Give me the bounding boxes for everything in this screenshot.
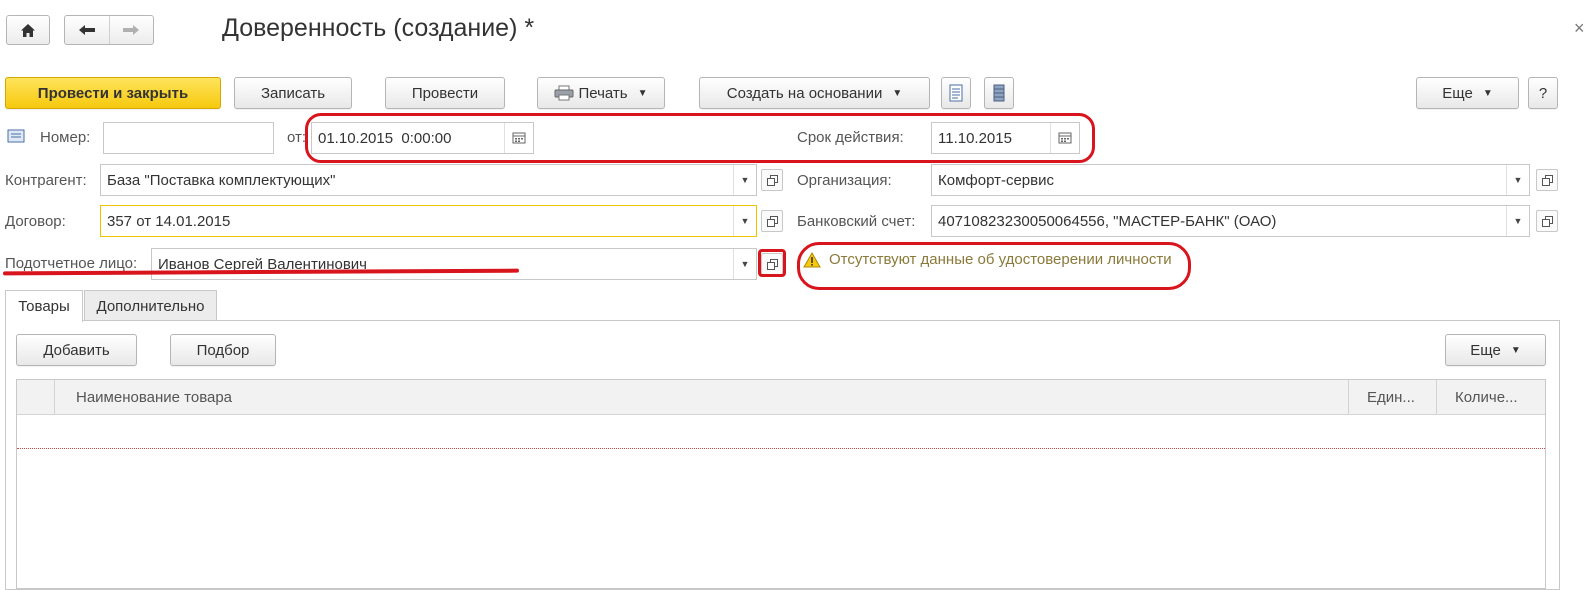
chevron-down-icon[interactable]: ▼ [1506, 206, 1529, 236]
window-title: Доверенность (создание) * [222, 14, 535, 42]
table-header-row-marker [17, 380, 55, 415]
print-button[interactable]: Печать ▼ [537, 77, 665, 109]
home-button[interactable] [6, 15, 50, 45]
accountable-input[interactable]: Иванов Сергей Валентинович ▼ [151, 248, 757, 280]
table-header [17, 380, 1545, 415]
column-divider [1436, 380, 1437, 415]
create-based-on-button[interactable]: Создать на основании ▼ [699, 77, 930, 109]
date-input[interactable]: 01.10.2015 0:00:00 [311, 122, 534, 154]
warning-icon [803, 251, 821, 267]
contract-label: Договор: [5, 213, 66, 230]
contract-value: 357 от 14.01.2015 [107, 212, 231, 230]
post-button[interactable]: Провести [385, 77, 505, 109]
tab-additional[interactable]: Дополнительно [84, 290, 217, 321]
tab-goods[interactable]: Товары [5, 290, 83, 322]
select-button[interactable]: Подбор [170, 334, 276, 366]
open-counterparty-button[interactable] [761, 169, 783, 191]
counterparty-value: База "Поставка комплектующих" [107, 171, 336, 189]
post-and-close-button[interactable]: Провести и закрыть [5, 77, 221, 109]
open-window-icon [766, 215, 778, 227]
column-header-name[interactable]: Наименование товара [76, 389, 232, 406]
printer-icon [554, 85, 574, 101]
accountable-label: Подотчетное лицо: [5, 255, 138, 272]
organization-label: Организация: [797, 172, 892, 189]
create-based-on-label: Создать на основании [726, 84, 883, 102]
table-row-separator [17, 448, 1545, 449]
date-label: от: [287, 129, 307, 146]
caret-down-icon: ▼ [892, 87, 903, 99]
organization-input[interactable]: Комфорт-сервис ▼ [931, 164, 1530, 196]
history-nav [64, 15, 154, 45]
database-icon [993, 84, 1005, 102]
counterparty-label: Контрагент: [5, 172, 87, 189]
report-button[interactable] [941, 77, 971, 109]
chevron-down-icon[interactable]: ▼ [1506, 165, 1529, 195]
caret-down-icon: ▼ [1482, 87, 1493, 99]
document-icon [949, 84, 963, 102]
calendar-icon[interactable] [1050, 123, 1079, 153]
open-window-icon [766, 174, 778, 186]
help-button[interactable]: ? [1528, 77, 1558, 109]
open-bank-account-button[interactable] [1536, 210, 1558, 232]
column-header-quantity[interactable]: Количе... [1455, 389, 1518, 406]
more-button[interactable]: Еще ▼ [1416, 77, 1519, 109]
open-window-icon [1541, 215, 1553, 227]
home-icon [21, 23, 35, 37]
goods-more-label: Еще [1470, 341, 1501, 359]
column-divider [1348, 380, 1349, 415]
number-input[interactable] [103, 122, 274, 154]
add-button[interactable]: Добавить [16, 334, 137, 366]
close-icon[interactable]: × [1574, 18, 1585, 39]
valid-until-value: 11.10.2015 [938, 129, 1012, 147]
open-window-icon [766, 258, 778, 270]
chevron-down-icon[interactable]: ▼ [733, 249, 756, 279]
chevron-down-icon[interactable]: ▼ [733, 206, 756, 236]
back-button[interactable] [65, 16, 110, 44]
valid-until-label: Срок действия: [797, 129, 904, 146]
arrow-right-icon [123, 25, 140, 35]
caret-down-icon: ▼ [637, 87, 648, 99]
counterparty-input[interactable]: База "Поставка комплектующих" ▼ [100, 164, 757, 196]
bank-account-label: Банковский счет: [797, 213, 916, 230]
calendar-icon[interactable] [504, 123, 533, 153]
valid-until-input[interactable]: 11.10.2015 [931, 122, 1080, 154]
forward-button[interactable] [110, 16, 154, 44]
print-label: Печать [578, 84, 628, 102]
contract-input[interactable]: 357 от 14.01.2015 ▼ [100, 205, 757, 237]
more-label: Еще [1442, 84, 1473, 102]
organization-value: Комфорт-сервис [938, 171, 1054, 189]
warning-message: Отсутствуют данные об удостоверении личн… [803, 251, 1172, 268]
document-icon [7, 129, 25, 147]
chevron-down-icon[interactable]: ▼ [733, 165, 756, 195]
column-header-unit[interactable]: Един... [1367, 389, 1415, 406]
open-window-icon [1541, 174, 1553, 186]
structure-button[interactable] [984, 77, 1014, 109]
bank-account-value: 40710823230050064556, "МАСТЕР-БАНК" (ОАО… [938, 212, 1277, 230]
arrow-left-icon [78, 25, 95, 35]
bank-account-input[interactable]: 40710823230050064556, "МАСТЕР-БАНК" (ОАО… [931, 205, 1530, 237]
open-organization-button[interactable] [1536, 169, 1558, 191]
date-value: 01.10.2015 0:00:00 [318, 129, 452, 147]
open-accountable-button[interactable] [761, 253, 783, 275]
goods-more-button[interactable]: Еще ▼ [1445, 334, 1546, 366]
number-label: Номер: [40, 129, 91, 146]
save-button[interactable]: Записать [234, 77, 352, 109]
caret-down-icon: ▼ [1510, 344, 1521, 356]
open-contract-button[interactable] [761, 210, 783, 232]
warning-text: Отсутствуют данные об удостоверении личн… [829, 251, 1172, 268]
